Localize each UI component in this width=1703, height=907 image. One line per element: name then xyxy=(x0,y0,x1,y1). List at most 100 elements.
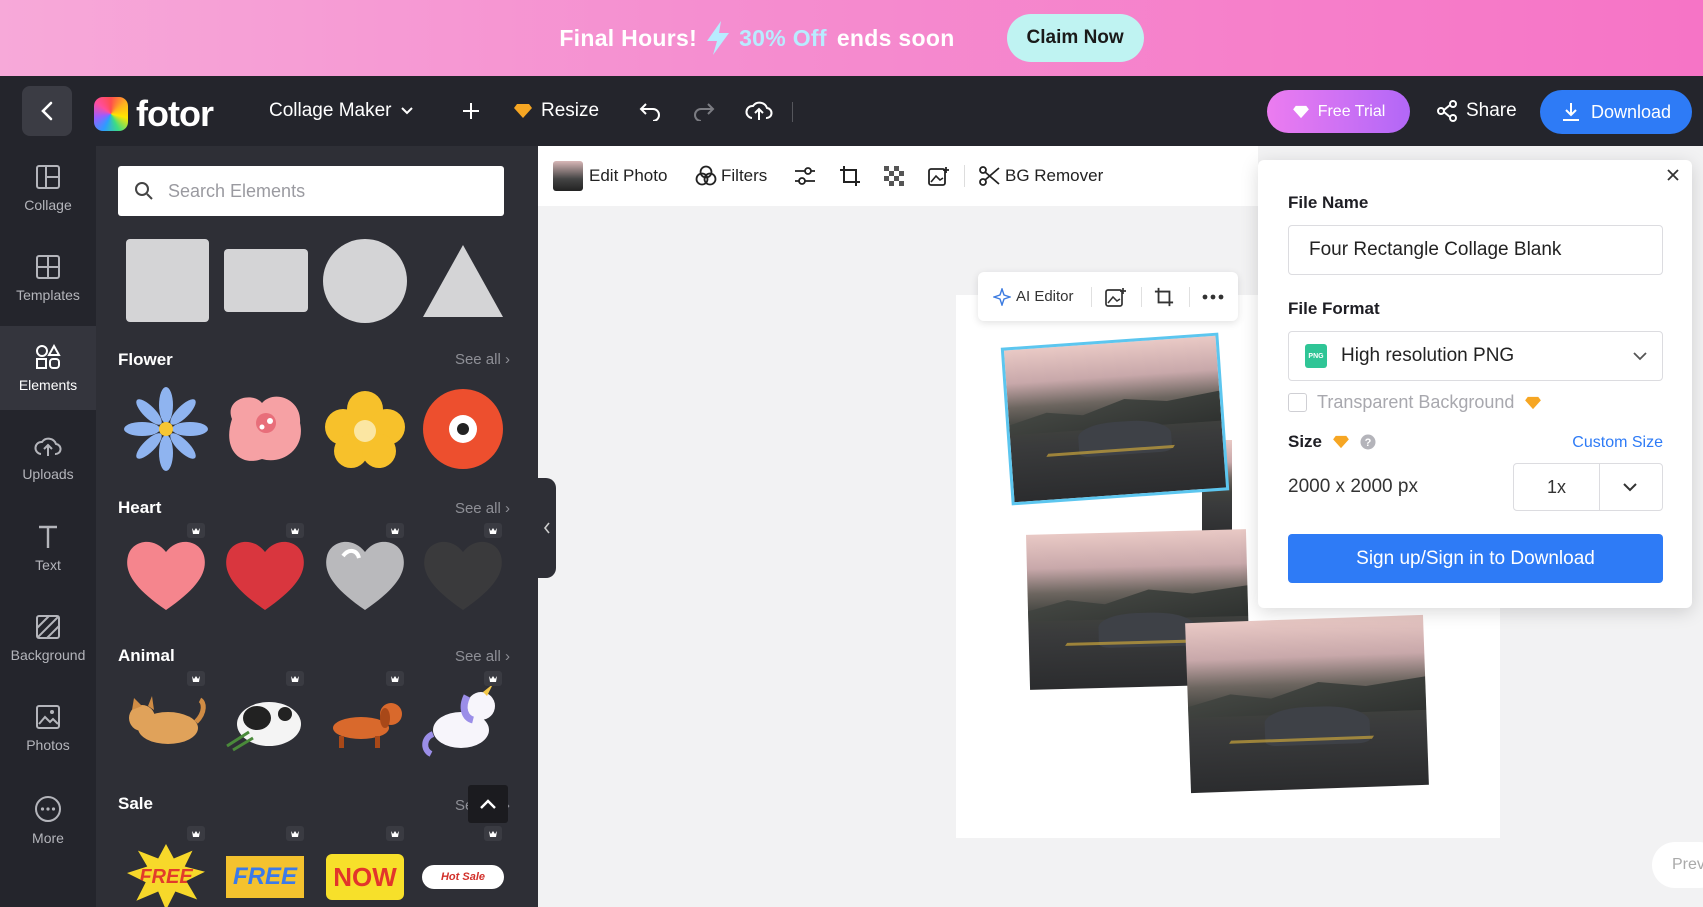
elements-panel: Flower See all › Heart See all › Animal … xyxy=(96,146,538,907)
square-shape[interactable] xyxy=(126,239,209,322)
ai-editor-button[interactable]: AI Editor xyxy=(993,287,1074,306)
premium-crown-icon xyxy=(187,826,205,841)
heart-pink-element[interactable] xyxy=(123,523,209,617)
chevron-up-icon xyxy=(480,799,496,809)
heart-silver-element[interactable] xyxy=(322,523,408,617)
sale-sticker-4: Hot Sale xyxy=(422,865,504,889)
transparent-checkbox[interactable] xyxy=(1288,393,1307,412)
see-all-label: See all xyxy=(454,351,501,368)
flower-yellow-icon xyxy=(325,391,405,468)
replace-image-icon[interactable] xyxy=(928,166,950,186)
rail-item-templates[interactable]: Templates xyxy=(0,236,96,320)
close-icon[interactable] xyxy=(1666,168,1680,182)
redo-button[interactable] xyxy=(692,76,716,146)
transparency-icon[interactable] xyxy=(884,166,904,186)
sale-now-element[interactable]: NOW xyxy=(322,826,408,907)
rail-item-more[interactable]: More xyxy=(0,778,96,862)
animal-panda-element[interactable] xyxy=(222,671,308,765)
rail-item-uploads[interactable]: Uploads xyxy=(0,416,96,500)
collage-maker-dropdown[interactable]: Collage Maker xyxy=(269,76,414,146)
promo-banner: Final Hours! 30% Off ends soon Claim Now xyxy=(0,0,1703,76)
flower-blue-element[interactable] xyxy=(123,386,209,472)
see-all-animal[interactable]: See all › xyxy=(455,648,510,665)
rail-item-collage[interactable]: Collage xyxy=(0,146,96,230)
animal-dog-element[interactable] xyxy=(322,671,408,765)
toolbar-divider xyxy=(964,165,965,187)
rail-item-background[interactable]: Background xyxy=(0,596,96,680)
animal-cat-element[interactable] xyxy=(123,671,209,765)
bg-remover-label: BG Remover xyxy=(1005,166,1104,185)
share-button[interactable]: Share xyxy=(1436,76,1517,146)
download-button[interactable]: Download xyxy=(1540,90,1692,134)
section-title-flower: Flower xyxy=(118,350,173,369)
diamond-icon xyxy=(514,104,532,118)
promo-text: Final Hours! 30% Off ends soon xyxy=(559,21,954,55)
rail-item-photos[interactable]: Photos xyxy=(0,686,96,770)
filters-button[interactable]: Filters xyxy=(695,165,767,187)
see-all-heart[interactable]: See all › xyxy=(455,500,510,517)
circle-shape[interactable] xyxy=(323,239,407,323)
cloud-save-button[interactable] xyxy=(745,76,773,146)
heart-black-element[interactable] xyxy=(420,523,506,617)
premium-crown-icon xyxy=(386,826,404,841)
rail-label: Photos xyxy=(26,736,70,753)
toolbar-divider xyxy=(1141,286,1142,307)
see-all-flower[interactable]: See all › xyxy=(455,351,510,368)
panda-icon xyxy=(226,702,301,752)
sale-sticker-1: FREE xyxy=(127,844,205,907)
rectangle-shape[interactable] xyxy=(224,249,308,312)
plus-icon xyxy=(463,103,479,119)
edit-photo-button[interactable]: Edit Photo xyxy=(553,161,667,191)
flower-pink-icon xyxy=(229,396,301,461)
flower-red-icon xyxy=(423,389,503,469)
premium-crown-icon xyxy=(386,523,404,538)
crop-icon[interactable] xyxy=(839,165,861,187)
heart-red-element[interactable] xyxy=(222,523,308,617)
rail-label: Uploads xyxy=(22,465,74,482)
flower-pink-element[interactable] xyxy=(222,386,308,472)
resize-button[interactable]: Resize xyxy=(513,76,599,146)
svg-text:?: ? xyxy=(1365,437,1372,449)
signup-download-button[interactable]: Sign up/Sign in to Download xyxy=(1288,534,1663,583)
collage-photo-1-selected[interactable] xyxy=(1000,332,1230,506)
collage-photo-4[interactable] xyxy=(1185,614,1429,794)
file-name-input[interactable]: Four Rectangle Collage Blank xyxy=(1288,225,1663,275)
flower-yellow-element[interactable] xyxy=(322,386,408,472)
floating-photo-toolbar: AI Editor xyxy=(978,272,1238,321)
chevron-down-icon xyxy=(1623,483,1637,492)
size-label: Size xyxy=(1288,432,1323,451)
scale-select[interactable]: 1x xyxy=(1513,463,1663,511)
free-trial-button[interactable]: Free Trial xyxy=(1267,90,1410,133)
claim-now-button[interactable]: Claim Now xyxy=(1006,14,1144,62)
back-button[interactable] xyxy=(22,86,72,136)
flower-red-element[interactable] xyxy=(420,386,506,472)
add-button[interactable] xyxy=(461,76,481,146)
search-input[interactable] xyxy=(168,180,468,202)
custom-size-link[interactable]: Custom Size xyxy=(1572,434,1663,452)
collapse-panel-button[interactable] xyxy=(538,478,556,578)
file-format-select[interactable]: PNG High resolution PNG xyxy=(1288,331,1663,381)
replace-image-icon[interactable] xyxy=(1105,287,1127,307)
rail-item-text[interactable]: Text xyxy=(0,506,96,590)
top-bar: fotor Collage Maker Resize Free Trial Sh… xyxy=(0,76,1703,146)
rail-item-elements[interactable]: Elements xyxy=(0,326,96,410)
search-box[interactable] xyxy=(118,166,504,216)
transparent-background-option[interactable]: Transparent Background xyxy=(1288,392,1542,413)
triangle-shape[interactable] xyxy=(421,243,505,319)
sale-free-element[interactable]: FREE xyxy=(222,826,308,907)
adjust-icon[interactable] xyxy=(794,166,816,186)
sale-hot-sale-element[interactable]: Hot Sale xyxy=(420,826,506,907)
sale-free-burst-element[interactable]: FREE xyxy=(123,826,209,907)
sale-sticker-3: NOW xyxy=(326,854,404,900)
help-icon[interactable]: ? xyxy=(1360,434,1376,450)
scroll-to-top-button[interactable] xyxy=(468,785,508,823)
animal-unicorn-element[interactable] xyxy=(420,671,506,765)
undo-button[interactable] xyxy=(638,76,662,146)
more-horizontal-icon[interactable] xyxy=(1202,294,1224,300)
rail-label: Elements xyxy=(18,376,78,393)
fotor-logo[interactable]: fotor xyxy=(94,93,214,135)
crop-icon[interactable] xyxy=(1154,287,1174,307)
preview-button[interactable]: Prev xyxy=(1652,842,1703,888)
premium-crown-icon xyxy=(286,826,304,841)
bg-remover-button[interactable]: BG Remover xyxy=(979,166,1103,186)
